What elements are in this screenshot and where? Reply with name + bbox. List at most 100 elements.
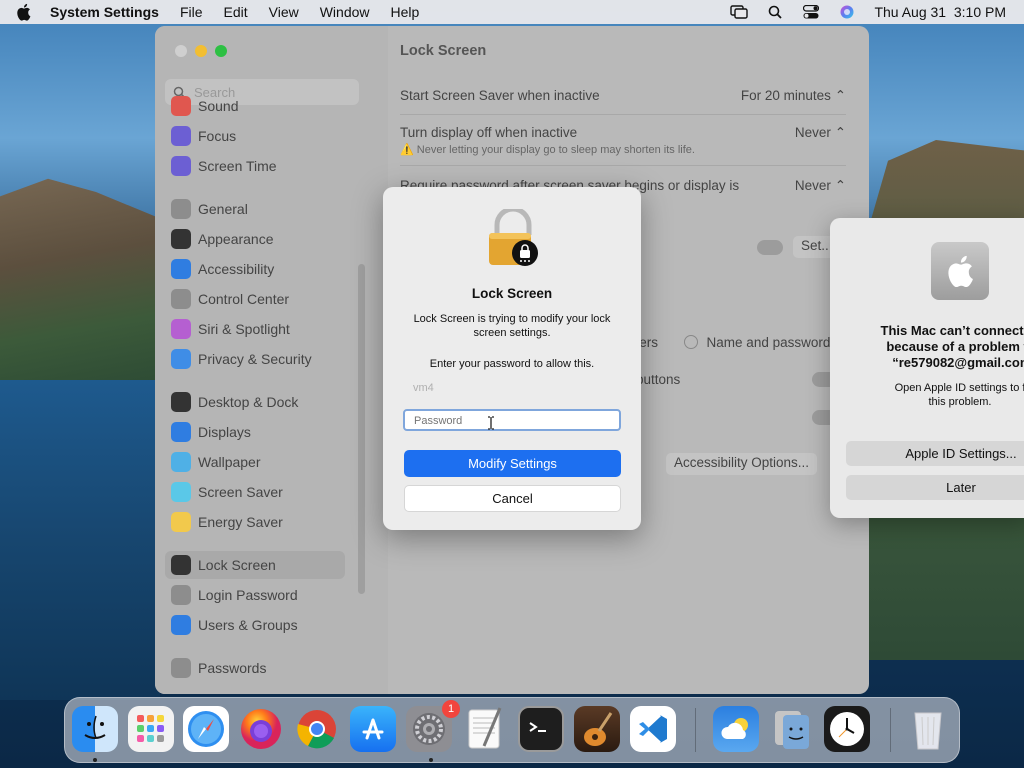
- clock-icon[interactable]: [824, 706, 870, 752]
- sidebar-item-screen-saver[interactable]: Screen Saver: [165, 478, 345, 506]
- sidebar-item-users-groups[interactable]: Users & Groups: [165, 611, 345, 639]
- sidebar-item-appearance[interactable]: Appearance: [165, 225, 345, 253]
- close-window-button[interactable]: [175, 45, 187, 57]
- accessibility-icon: [171, 259, 191, 279]
- screensaver-row: Start Screen Saver when inactive For 20 …: [400, 88, 846, 103]
- sidebar-item-label: Users & Groups: [198, 617, 298, 633]
- sidebar-item-label: Displays: [198, 424, 251, 440]
- sidebar-item-general[interactable]: General: [165, 195, 345, 223]
- window-controls: [175, 45, 227, 57]
- buttons-label: buttons: [636, 372, 681, 387]
- sidebar-item-control-center[interactable]: Control Center: [165, 285, 345, 313]
- apple-menu-icon[interactable]: [16, 3, 34, 21]
- sidebar-item-accessibility[interactable]: Accessibility: [165, 255, 345, 283]
- sidebar-item-lock-screen[interactable]: Lock Screen: [165, 551, 345, 579]
- sidebar-item-privacy-security[interactable]: Privacy & Security: [165, 345, 345, 373]
- name-password-radio[interactable]: [683, 335, 698, 349]
- app-store-icon[interactable]: [350, 706, 396, 752]
- sidebar-item-label: Passwords: [198, 660, 267, 676]
- accessibility-options-button[interactable]: Accessibility Options...: [666, 453, 818, 475]
- desktop-wallpaper-sea: [0, 380, 160, 700]
- menu-bar: System Settings File Edit View Window He…: [0, 0, 1024, 24]
- sidebar-item-label: Sound: [198, 98, 239, 114]
- apple-id-settings-button[interactable]: Apple ID Settings...: [846, 441, 1024, 466]
- sidebar-item-label: Screen Saver: [198, 484, 283, 500]
- sidebar-item-label: Energy Saver: [198, 514, 283, 530]
- screen-mirroring-icon[interactable]: [730, 4, 749, 20]
- key-icon: [171, 658, 191, 678]
- control-center-icon[interactable]: [802, 4, 820, 20]
- menu-clock[interactable]: Thu Aug 31 3:10 PM: [874, 4, 1006, 20]
- dialog-message: Lock Screen is trying to modify your loc…: [413, 313, 611, 339]
- system-settings-icon[interactable]: 1: [406, 700, 460, 752]
- modify-settings-button[interactable]: Modify Settings: [404, 450, 621, 477]
- gear-icon: [171, 199, 191, 219]
- lock-icon: [171, 555, 191, 575]
- sidebar-item-login-password[interactable]: Login Password: [165, 581, 345, 609]
- trash-icon[interactable]: [905, 706, 951, 752]
- toggle[interactable]: [757, 240, 783, 255]
- migration-assistant-icon[interactable]: [769, 706, 815, 752]
- dock-divider: [695, 708, 696, 752]
- screensaver-popup[interactable]: For 20 minutes ⌃: [741, 88, 846, 104]
- firefox-icon[interactable]: [238, 706, 284, 752]
- menu-window[interactable]: Window: [320, 4, 370, 20]
- sidebar-item-wallpaper[interactable]: Wallpaper: [165, 448, 345, 476]
- notification-badge: 1: [442, 700, 460, 718]
- sidebar-item-siri-spotlight[interactable]: Siri & Spotlight: [165, 315, 345, 343]
- garageband-icon[interactable]: [574, 706, 620, 752]
- username-field[interactable]: vm4: [403, 380, 621, 398]
- sound-icon: [171, 96, 191, 116]
- minimize-window-button[interactable]: [195, 45, 207, 57]
- sidebar-item-desktop-dock[interactable]: Desktop & Dock: [165, 388, 345, 416]
- desktop-wallpaper-left: [0, 178, 160, 390]
- dock-divider: [890, 708, 891, 752]
- sidebar-item-screen-time[interactable]: Screen Time: [165, 152, 345, 180]
- chrome-icon[interactable]: [294, 706, 340, 752]
- menu-file[interactable]: File: [180, 4, 203, 20]
- menu-view[interactable]: View: [269, 4, 299, 20]
- menu-help[interactable]: Help: [391, 4, 420, 20]
- sidebar-item-focus[interactable]: Focus: [165, 122, 345, 150]
- vscode-icon[interactable]: [630, 706, 676, 752]
- siri-icon[interactable]: [838, 4, 856, 20]
- energy-saver-icon: [171, 512, 191, 532]
- sidebar-item-displays[interactable]: Displays: [165, 418, 345, 446]
- password-field[interactable]: [403, 409, 621, 431]
- divider: [400, 165, 846, 166]
- display-off-label: Turn display off when inactive: [400, 125, 578, 140]
- sidebar-scrollbar[interactable]: [358, 264, 365, 594]
- later-button[interactable]: Later: [846, 475, 1024, 500]
- zoom-window-button[interactable]: [215, 45, 227, 57]
- launchpad-icon[interactable]: [128, 706, 174, 752]
- focus-icon: [171, 126, 191, 146]
- hand-icon: [171, 349, 191, 369]
- sidebar-item-sound[interactable]: Sound: [165, 92, 345, 120]
- cancel-button[interactable]: Cancel: [404, 485, 621, 512]
- page-title: Lock Screen: [400, 43, 487, 59]
- sidebar-item-label: Desktop & Dock: [198, 394, 299, 410]
- weather-icon[interactable]: [713, 706, 759, 752]
- dock: 1: [64, 697, 960, 763]
- sidebar-item-passwords[interactable]: Passwords: [165, 654, 345, 682]
- spotlight-search-icon[interactable]: [766, 4, 784, 20]
- require-password-popup[interactable]: Never ⌃: [795, 178, 846, 194]
- textedit-icon[interactable]: [462, 706, 508, 752]
- lock-icon: [489, 209, 538, 266]
- lock-icon: [171, 585, 191, 605]
- sidebar-item-energy-saver[interactable]: Energy Saver: [165, 508, 345, 536]
- display-off-popup[interactable]: Never ⌃: [795, 125, 846, 141]
- menu-app-name[interactable]: System Settings: [50, 4, 159, 20]
- sidebar-item-label: Focus: [198, 128, 237, 144]
- terminal-icon[interactable]: [518, 706, 564, 752]
- sidebar-item-label: Screen Time: [198, 158, 277, 174]
- sidebar-item-label: Control Center: [198, 291, 290, 307]
- sidebar-item-label: Appearance: [198, 231, 274, 247]
- appearance-icon: [171, 229, 191, 249]
- menu-edit[interactable]: Edit: [224, 4, 248, 20]
- text-cursor-icon: [488, 416, 494, 430]
- safari-icon[interactable]: [183, 706, 229, 752]
- finder-icon[interactable]: [72, 706, 118, 752]
- sidebar-item-label: Lock Screen: [198, 557, 276, 573]
- screen-saver-icon: [171, 482, 191, 502]
